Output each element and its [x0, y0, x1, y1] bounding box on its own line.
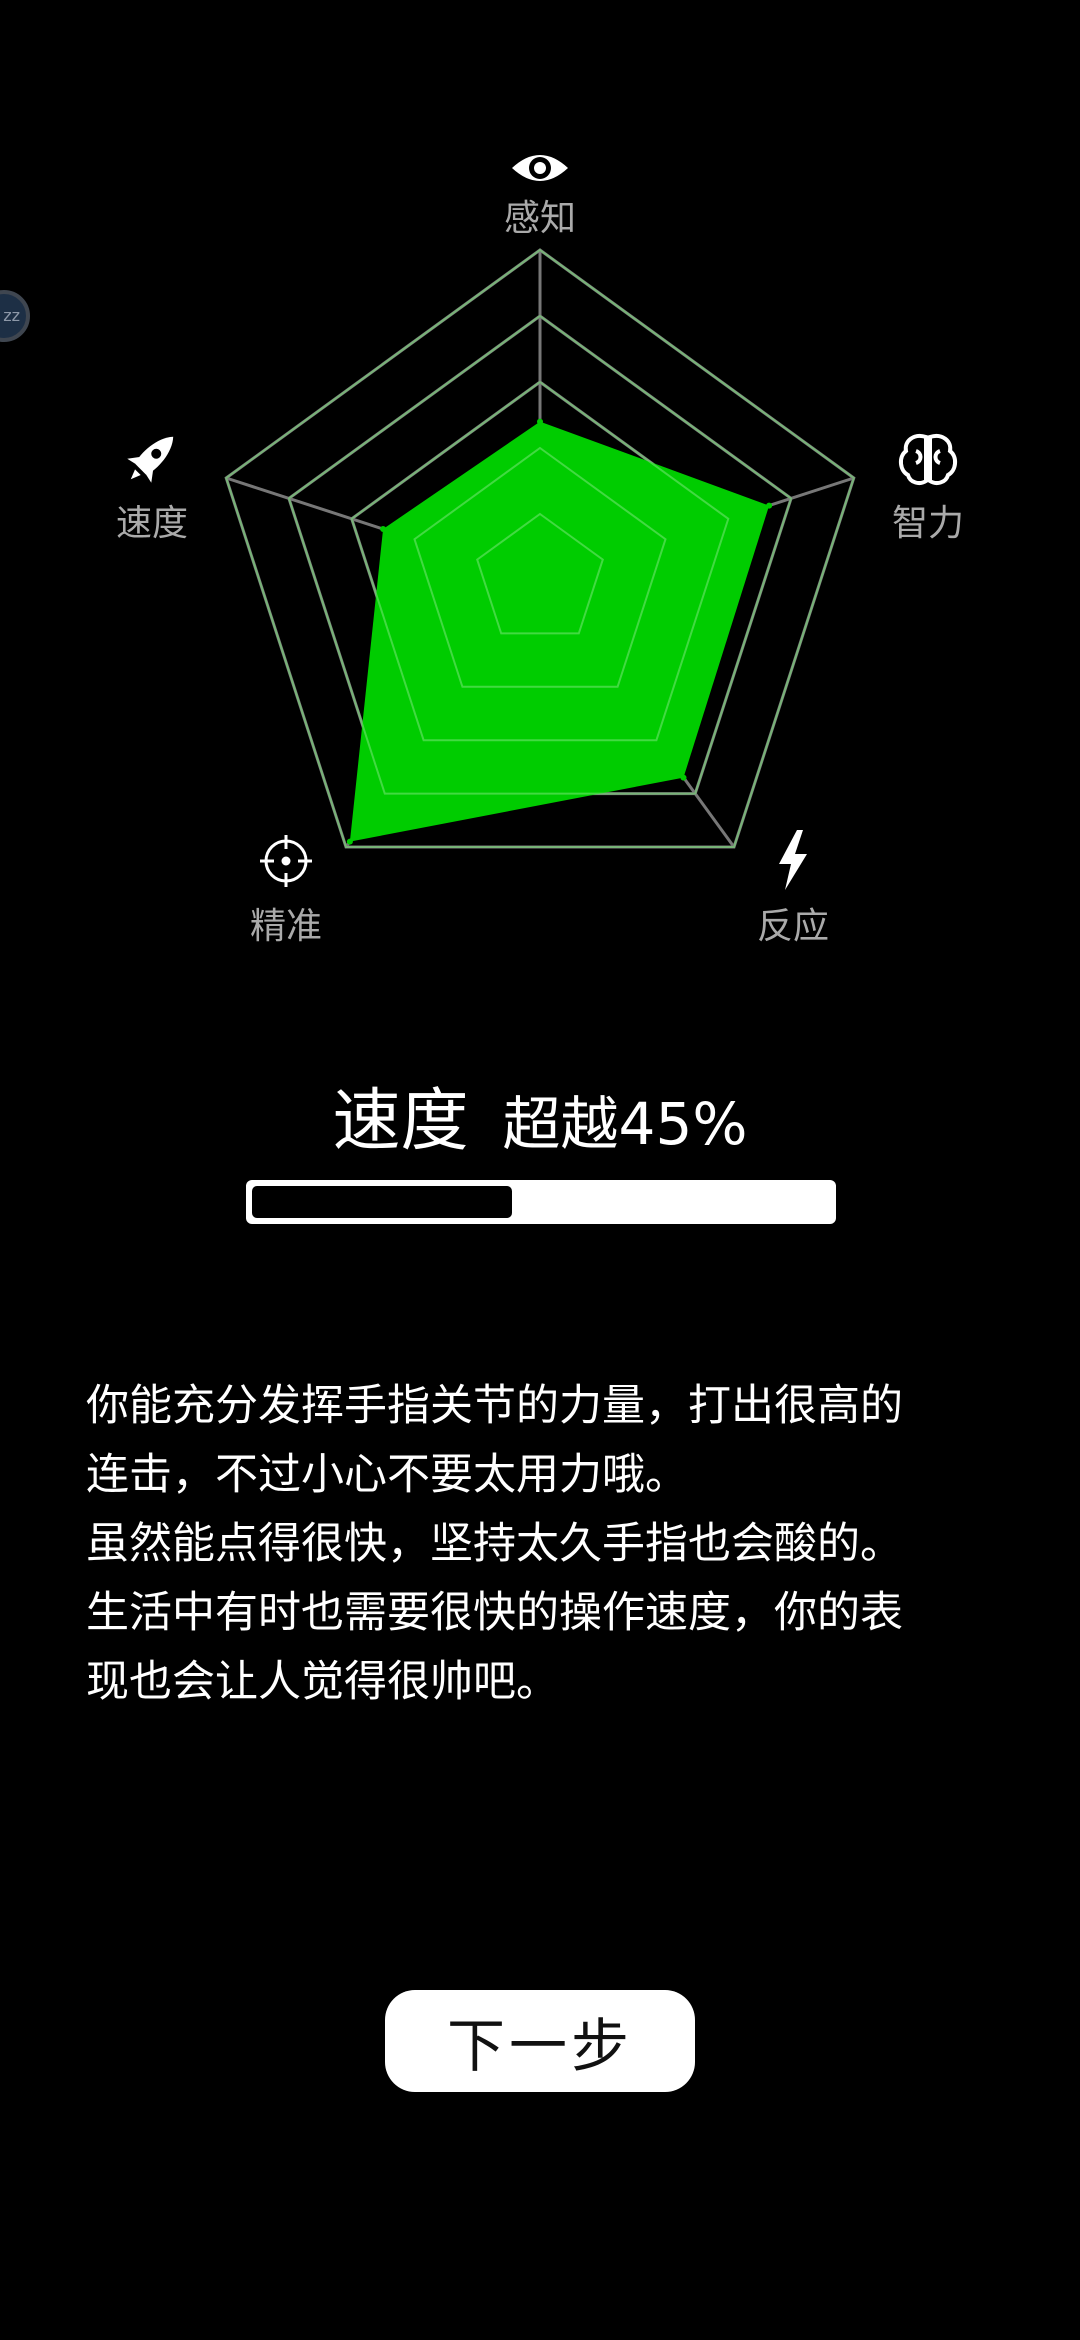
- radar-point: [766, 502, 773, 509]
- stat-rank: 超越45%: [502, 1090, 748, 1158]
- eye-icon: [512, 155, 568, 181]
- radar-label-intelligence: 智力: [892, 503, 964, 544]
- radar-label-speed: 速度: [116, 503, 188, 544]
- radar-label-precision: 精准: [250, 906, 322, 947]
- crosshair-icon: [260, 835, 312, 887]
- description-line: 现也会让人觉得很帅吧。: [86, 1657, 559, 1707]
- progress-fill-area: [252, 1186, 830, 1218]
- rank-progress-bar: [246, 1180, 836, 1224]
- radar-point: [537, 418, 543, 425]
- radar-chart: 感知 智力 反应 精准 速度: [116, 155, 964, 947]
- description-line: 连击，不过小心不要太用力哦。: [86, 1450, 688, 1500]
- radar-point: [346, 838, 353, 845]
- description-line: 虽然能点得很快，坚持太久手指也会酸的。: [86, 1519, 903, 1569]
- rocket-icon: [127, 436, 174, 483]
- lightning-icon: [779, 830, 807, 890]
- radar-point: [380, 526, 387, 532]
- progress-fill: [252, 1186, 513, 1218]
- next-step-button[interactable]: 下一步: [385, 1990, 695, 2092]
- result-heading: 速度 超越45%: [0, 1065, 1080, 1161]
- description-line: 生活中有时也需要很快的操作速度，你的表: [86, 1588, 903, 1638]
- radar-label-reaction: 反应: [757, 906, 829, 947]
- description-line: 你能充分发挥手指关节的力量，打出很高的: [86, 1381, 903, 1431]
- stat-name: 速度: [332, 1082, 469, 1161]
- radar-value-area: [349, 421, 770, 842]
- radar-label-perception: 感知: [504, 198, 576, 239]
- brain-icon: [899, 434, 957, 485]
- radar-point: [680, 774, 687, 781]
- result-description: 你能充分发挥手指关节的力量，打出很高的 连击，不过小心不要太用力哦。 虽然能点得…: [86, 1372, 986, 1717]
